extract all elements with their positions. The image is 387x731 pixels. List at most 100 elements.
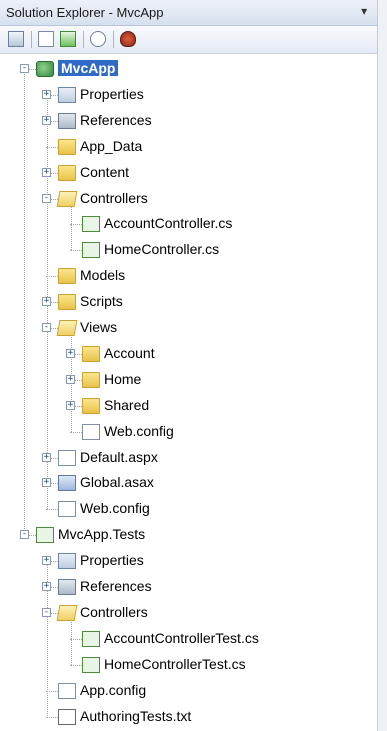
tree-item-views[interactable]: - Views (0, 315, 387, 341)
tree-item-label: App_Data (80, 137, 143, 154)
tree-item-accountcontroller-cs[interactable]: AccountController.cs (0, 211, 387, 237)
refresh-icon[interactable] (60, 31, 76, 47)
tree-item-app-data[interactable]: App_Data (0, 134, 387, 160)
tree-item-label: Controllers (80, 603, 148, 620)
tree-item-label: AccountController.cs (104, 215, 233, 232)
expand-icon[interactable]: + (42, 89, 51, 99)
folder-icon (58, 138, 76, 155)
tree-item-label: Views (80, 319, 118, 335)
collapse-icon[interactable]: - (42, 607, 51, 617)
tree-item-label: App.config (80, 681, 147, 698)
show-all-files-icon[interactable] (38, 31, 54, 47)
project-icon (36, 61, 54, 77)
folder-open-icon (56, 320, 78, 336)
csharp-file-icon (82, 656, 100, 673)
tree-item-label: Shared (104, 396, 150, 413)
folder-open-icon (56, 604, 78, 621)
tree-item-label: Default.aspx (80, 448, 158, 465)
solution-explorer-titlebar: Solution Explorer - MvcApp ▾ ᵖ (0, 0, 387, 26)
tree-item-label: MvcApp.Tests (58, 526, 146, 543)
tree-item-content[interactable]: + Content (0, 160, 387, 186)
tree-item-label: Scripts (80, 293, 123, 310)
tree-item-app-config[interactable]: App.config (0, 678, 387, 704)
expand-icon[interactable]: + (66, 348, 75, 358)
tree-item-global-asax[interactable]: + Global.asax (0, 470, 387, 496)
tree-item-label: Properties (80, 552, 144, 569)
expand-icon[interactable]: + (42, 452, 51, 462)
folder-icon (58, 294, 76, 311)
csharp-file-icon (82, 216, 100, 233)
asax-file-icon (58, 475, 76, 492)
folder-icon (82, 371, 100, 388)
tree-item-properties[interactable]: + Properties (0, 548, 387, 574)
tree-item-account[interactable]: + Account (0, 341, 387, 367)
tree-item-label: HomeControllerTest.cs (104, 655, 246, 672)
references-icon (58, 112, 76, 129)
expand-icon[interactable]: + (66, 374, 75, 384)
tree-item-label: Global.asax (80, 474, 154, 491)
expand-icon[interactable]: + (42, 582, 51, 591)
collapse-icon[interactable]: - (20, 64, 29, 73)
toolbar-separator (83, 31, 84, 48)
tree-item-label: AuthoringTests.txt (80, 707, 192, 724)
tree-item-homecontroller-cs[interactable]: HomeController.cs (0, 237, 387, 263)
config-file-icon (82, 423, 100, 440)
tree-item-mvcapp[interactable]: - MvcApp (0, 56, 387, 82)
tree-item-homecontrollertest-cs[interactable]: HomeControllerTest.cs (0, 652, 387, 678)
tree-item-label: Content (80, 163, 130, 180)
tree-item-references[interactable]: + References (0, 574, 387, 600)
window-position-dropdown-icon[interactable]: ▾ (361, 4, 367, 18)
folder-icon (82, 397, 100, 414)
csharp-file-icon (82, 630, 100, 647)
tree-item-label: MvcApp (58, 60, 119, 76)
tree-item-shared[interactable]: + Shared (0, 393, 387, 419)
tree-item-label: Models (80, 267, 126, 284)
expand-icon[interactable]: + (42, 297, 51, 307)
tree-item-label: Controllers (80, 189, 148, 206)
tree-item-home[interactable]: + Home (0, 367, 387, 393)
expand-icon[interactable]: + (42, 115, 51, 125)
csharp-file-icon (82, 242, 100, 259)
folder-icon (58, 164, 76, 181)
tree-item-default-aspx[interactable]: + Default.aspx (0, 445, 387, 471)
tree-item-label: Web.config (104, 422, 174, 439)
tree-item-label: Properties (80, 85, 144, 102)
expand-icon[interactable]: + (42, 556, 51, 566)
properties-icon (58, 86, 76, 103)
properties-icon[interactable] (8, 31, 24, 47)
config-file-icon (58, 682, 76, 699)
tree-item-mvcapp-tests[interactable]: - MvcApp.Tests (0, 522, 387, 548)
toolbar-separator (113, 31, 114, 48)
window-title: Solution Explorer - MvcApp (6, 5, 164, 20)
references-icon (58, 579, 76, 595)
expand-icon[interactable]: + (42, 478, 51, 488)
tree-item-web-config[interactable]: Web.config (0, 419, 387, 445)
properties-icon (58, 553, 76, 570)
collapse-icon[interactable]: - (42, 193, 51, 203)
tree-item-label: HomeController.cs (104, 241, 220, 258)
tree-item-label: Home (104, 370, 142, 387)
tree-item-web-config[interactable]: Web.config (0, 496, 387, 522)
tree-item-references[interactable]: + References (0, 108, 387, 134)
tree-item-controllers[interactable]: - Controllers (0, 186, 387, 212)
expand-icon[interactable]: + (42, 167, 51, 177)
solution-explorer-toolbar (0, 26, 387, 54)
tree-item-label: References (80, 578, 152, 594)
view-class-diagram-icon[interactable] (90, 31, 106, 47)
toolbar-separator (31, 31, 32, 48)
aspx-file-icon (58, 449, 76, 466)
tree-item-authoringtests-txt[interactable]: AuthoringTests.txt (0, 704, 387, 730)
tree-item-accountcontrollertest-cs[interactable]: AccountControllerTest.cs (0, 626, 387, 652)
tree-item-properties[interactable]: + Properties (0, 82, 387, 108)
panel-right-edge (377, 0, 387, 731)
tree-item-label: Account (104, 344, 155, 361)
tree-item-scripts[interactable]: + Scripts (0, 289, 387, 315)
nested-related-files-icon[interactable] (120, 31, 136, 47)
collapse-icon[interactable]: - (20, 530, 29, 540)
collapse-icon[interactable]: - (42, 323, 51, 332)
folder-open-icon (56, 190, 78, 207)
tree-item-models[interactable]: Models (0, 263, 387, 289)
config-file-icon (58, 501, 76, 518)
tree-item-controllers[interactable]: - Controllers (0, 600, 387, 626)
expand-icon[interactable]: + (66, 400, 75, 410)
